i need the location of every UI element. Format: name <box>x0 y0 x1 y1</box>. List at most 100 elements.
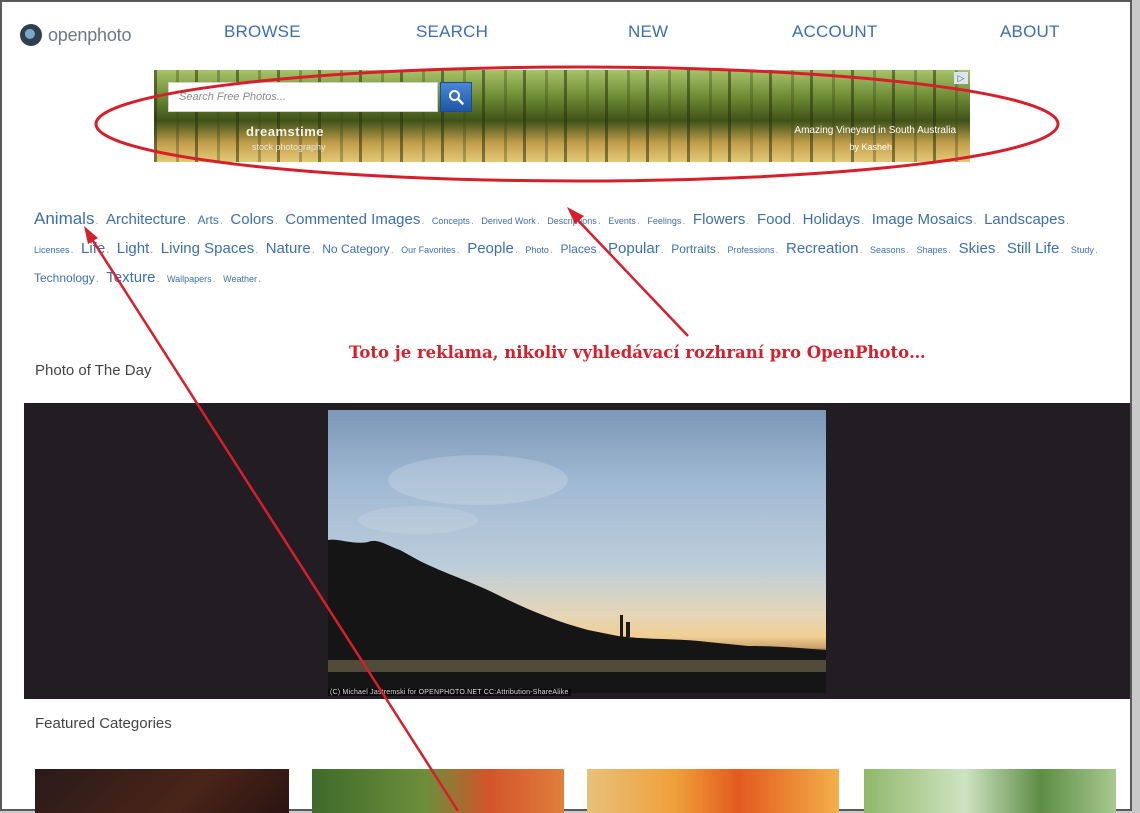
openphoto-logo[interactable]: openphoto <box>20 24 131 46</box>
category-link[interactable]: Portraits <box>671 242 716 256</box>
category-separator: . <box>549 244 554 256</box>
featured-thumb-3[interactable] <box>587 769 839 813</box>
category-link[interactable]: Photo <box>525 245 549 255</box>
category-separator: . <box>996 244 1000 256</box>
category-link[interactable]: Seasons <box>870 245 905 255</box>
category-link[interactable]: Derived Work <box>481 216 535 226</box>
ad-search-button[interactable] <box>440 82 472 112</box>
category-link[interactable]: Holidays <box>803 211 861 228</box>
nav-new[interactable]: NEW <box>628 22 668 42</box>
nav-search[interactable]: SEARCH <box>416 22 488 42</box>
category-link[interactable]: Still Life <box>1007 240 1060 257</box>
category-separator: . <box>70 244 74 256</box>
photo-of-day-title: Photo of The Day <box>35 362 152 379</box>
category-link[interactable]: Skies <box>959 240 996 257</box>
category-link[interactable]: Image Mosaics <box>872 211 973 228</box>
nav-browse[interactable]: BROWSE <box>224 22 301 42</box>
category-separator: . <box>456 244 460 256</box>
category-link[interactable]: Concepts <box>432 216 470 226</box>
category-separator: . <box>1066 215 1070 227</box>
nav-account[interactable]: ACCOUNT <box>792 22 877 42</box>
category-separator: . <box>775 244 779 256</box>
annotation-text: Toto je reklama, nikoliv vyhledávací roz… <box>349 343 926 362</box>
category-separator: . <box>597 215 601 227</box>
search-icon <box>449 90 464 105</box>
nav-about[interactable]: ABOUT <box>1000 22 1060 42</box>
category-link[interactable]: Professions <box>727 245 774 255</box>
category-link[interactable]: Study <box>1071 245 1094 255</box>
category-separator: . <box>682 215 686 227</box>
category-separator: . <box>470 215 474 227</box>
category-separator: . <box>150 244 154 256</box>
category-separator: . <box>948 244 952 256</box>
category-separator: . <box>906 244 910 256</box>
category-separator: . <box>859 244 863 256</box>
featured-thumb-1[interactable] <box>35 769 289 813</box>
category-link[interactable]: People <box>467 240 514 257</box>
logo-text: openphoto <box>48 24 132 45</box>
category-link[interactable]: Architecture <box>106 211 186 228</box>
openphoto-logo-icon <box>20 24 42 46</box>
category-link[interactable]: Animals <box>34 209 94 228</box>
category-link[interactable]: Recreation <box>786 240 859 257</box>
category-separator: . <box>258 273 262 285</box>
category-separator: . <box>95 215 99 227</box>
photo-credit: (C) Michael Jastremski for OPENPHOTO.NET… <box>328 689 571 696</box>
ad-brand-sub: stock photography <box>252 142 326 152</box>
category-link[interactable]: No Category <box>322 242 389 256</box>
category-link[interactable]: Colors <box>230 211 273 228</box>
category-link[interactable]: Our Favorites <box>401 245 456 255</box>
featured-thumb-4[interactable] <box>864 769 1116 813</box>
category-link[interactable]: Places <box>560 242 596 256</box>
ad-brand: dreamstime <box>246 124 324 139</box>
ad-caption-by: by Kasheh <box>849 142 892 152</box>
category-link[interactable]: Texture <box>106 269 155 286</box>
category-separator: . <box>636 215 640 227</box>
category-separator: . <box>390 244 394 256</box>
category-separator: . <box>106 244 110 256</box>
category-link[interactable]: Nature <box>266 240 311 257</box>
category-link[interactable]: Technology <box>34 271 95 285</box>
category-link[interactable]: Popular <box>608 240 660 257</box>
browser-frame: openphoto BROWSE SEARCH NEW ACCOUNT ABOU… <box>0 0 1132 813</box>
category-link[interactable]: Life <box>81 240 105 257</box>
featured-thumb-2[interactable] <box>312 769 564 813</box>
category-link[interactable]: Wallpapers <box>167 274 212 284</box>
category-separator: . <box>156 273 160 285</box>
category-separator: . <box>746 215 750 227</box>
category-link[interactable]: Commented Images <box>285 211 420 228</box>
category-separator: . <box>536 215 540 227</box>
ad-banner[interactable]: Search Free Photos... dreamstime stock p… <box>154 70 970 162</box>
ad-search-input[interactable]: Search Free Photos... <box>168 82 438 112</box>
category-link[interactable]: Food <box>757 211 791 228</box>
category-separator: . <box>311 244 315 256</box>
featured-categories-title: Featured Categories <box>35 715 172 732</box>
photo-of-day[interactable]: (C) Michael Jastremski for OPENPHOTO.NET… <box>24 403 1130 699</box>
category-link[interactable]: Weather <box>223 274 257 284</box>
category-separator: . <box>1060 244 1064 256</box>
category-separator: . <box>792 215 796 227</box>
category-link[interactable]: Licenses <box>34 245 70 255</box>
category-link[interactable]: Light <box>117 240 150 257</box>
category-separator: . <box>861 215 865 227</box>
category-link[interactable]: Arts <box>198 213 219 227</box>
category-link[interactable]: Shapes <box>917 245 948 255</box>
category-link[interactable]: Flowers <box>693 211 746 228</box>
category-link[interactable]: Feelings <box>647 216 681 226</box>
category-separator: . <box>660 244 664 256</box>
category-separator: . <box>514 244 518 256</box>
photo-of-day-image[interactable] <box>328 410 826 693</box>
category-separator: . <box>973 215 977 227</box>
category-link[interactable]: Living Spaces <box>161 240 254 257</box>
category-link[interactable]: Events <box>608 216 636 226</box>
category-link[interactable]: Landscapes <box>984 211 1065 228</box>
ad-choices-icon[interactable]: ▷ <box>954 72 968 84</box>
category-separator: . <box>1094 244 1098 256</box>
category-link[interactable]: Descriptions <box>547 216 597 226</box>
category-separator: . <box>255 244 259 256</box>
category-separator: . <box>421 215 425 227</box>
category-separator: . <box>187 215 191 227</box>
category-separator: . <box>95 273 99 285</box>
category-separator: . <box>597 244 601 256</box>
ad-caption: Amazing Vineyard in South Australia <box>794 125 956 136</box>
